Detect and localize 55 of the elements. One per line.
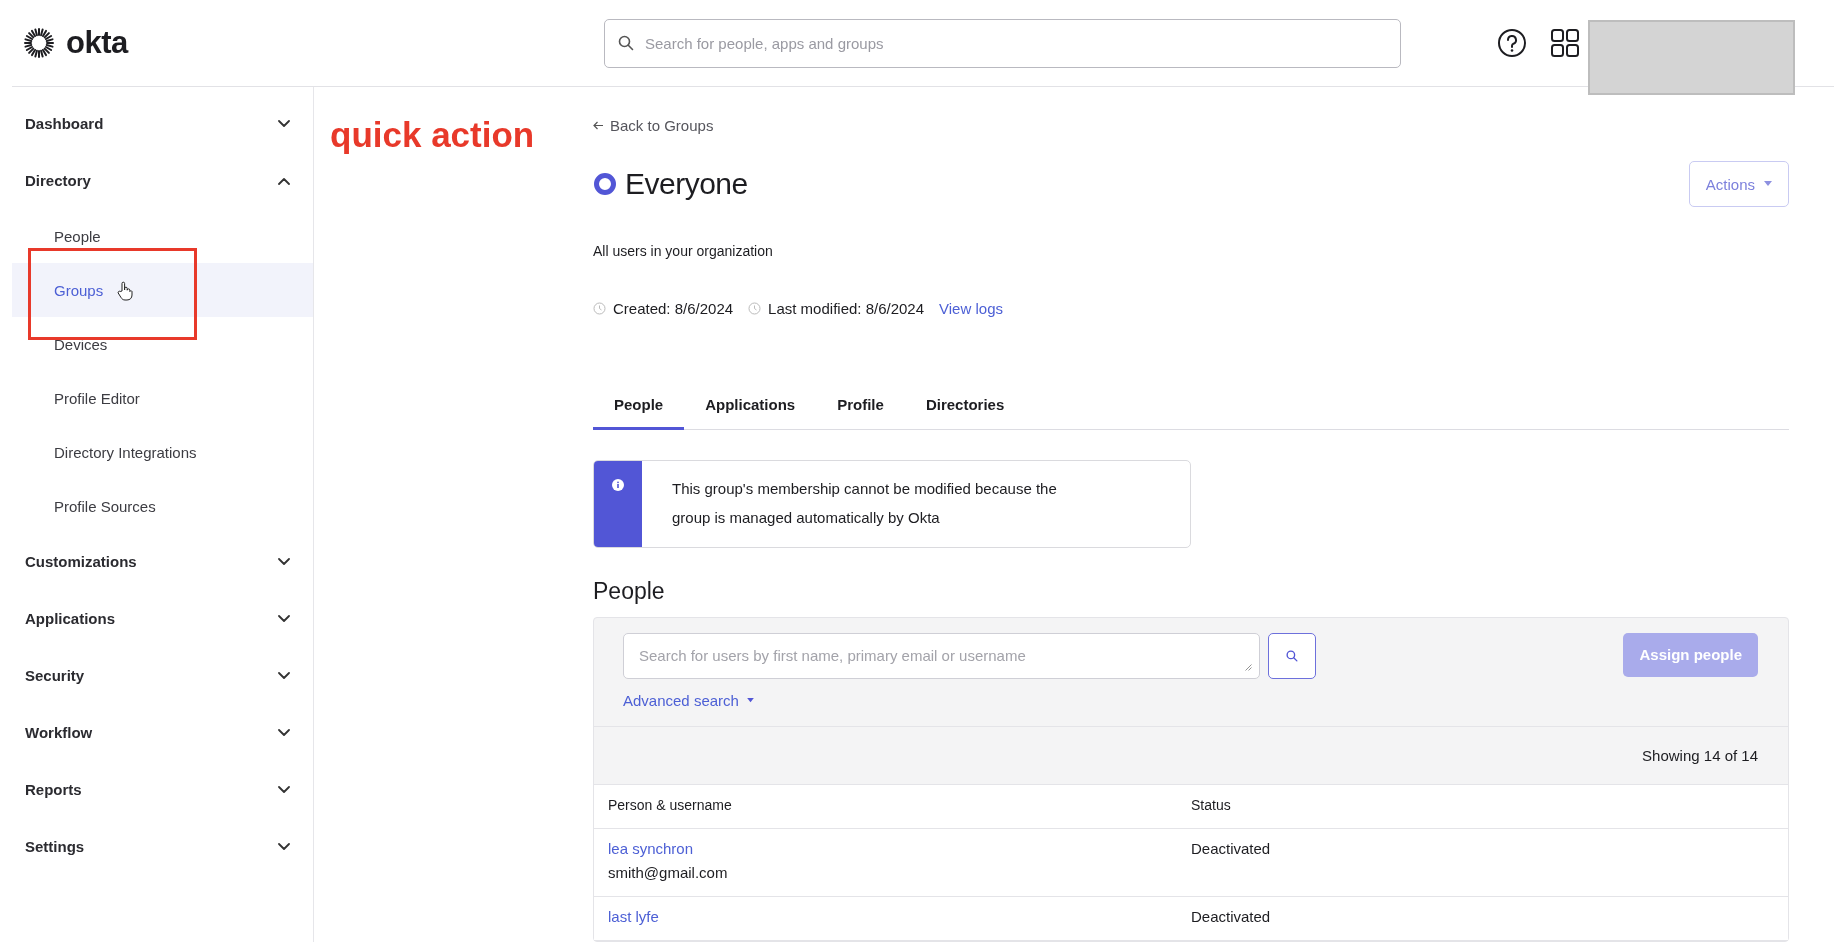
tab[interactable]: Profile (816, 381, 905, 430)
page-title: Everyone (625, 167, 749, 201)
column-header: Person & username (607, 795, 733, 815)
logo-text: okta (66, 25, 128, 61)
tab[interactable]: Directories (904, 381, 1026, 430)
sidebar-item[interactable]: Directory (12, 152, 313, 209)
resize-handle-icon (1245, 663, 1252, 671)
group-ring-icon (593, 172, 617, 196)
sidebar-subitem[interactable]: Devices (12, 317, 313, 371)
annotation-text: quick action (330, 115, 535, 155)
column-header: Status (1191, 795, 1232, 815)
group-description: All users in your organization (593, 243, 774, 259)
hand-cursor-icon (117, 281, 133, 301)
help-icon[interactable] (1497, 28, 1527, 58)
person-name-link[interactable]: last lyfe (608, 907, 1177, 925)
search-icon (618, 34, 634, 51)
username-text: smith@gmail.com (608, 863, 729, 881)
actions-button[interactable]: Actions (1688, 161, 1789, 207)
logo-icon (24, 28, 54, 58)
clock-icon (748, 302, 762, 315)
created-date: Created: 8/6/2024 (613, 300, 734, 317)
tab[interactable]: Applications (684, 381, 817, 430)
section-title: People (593, 577, 666, 606)
sidebar-item[interactable]: Settings (12, 818, 313, 875)
app-grid-icon[interactable] (1551, 29, 1579, 57)
notice-text: This group's membership cannot be modified because the group is managed automatically by Okta (671, 478, 1058, 528)
search-field[interactable]: Search for people, apps and groups (604, 18, 1401, 68)
sidebar-item[interactable]: Security (12, 647, 313, 704)
caret-icon (1764, 181, 1772, 187)
sidebar-subitem[interactable]: Groups (12, 263, 313, 317)
status-text: Deactivated (1191, 839, 1271, 857)
sidebar-item[interactable]: Workflow (12, 704, 313, 761)
sidebar-subitem[interactable]: Profile Sources (12, 479, 313, 533)
modified-date: Last modified: 8/6/2024 (768, 300, 925, 317)
result-count: Showing 14 of 14 (1642, 746, 1758, 764)
info-icon (612, 478, 624, 491)
search-icon (1286, 649, 1298, 662)
sidebar-subitem[interactable]: People (12, 209, 313, 263)
search-button[interactable] (1268, 632, 1316, 679)
sidebar-item[interactable]: Customizations (12, 533, 313, 590)
advanced-search-link[interactable]: Advanced search (623, 691, 754, 709)
person-name-link[interactable]: lea synchron (608, 839, 1177, 857)
sidebar-item[interactable]: Dashboard (12, 95, 313, 152)
caret-icon (746, 697, 754, 703)
sidebar-subitem[interactable]: Directory Integrations (12, 425, 313, 479)
people-search-field[interactable]: Search for users by first name, primary email or username (623, 632, 1260, 679)
sidebar-subitem[interactable]: Profile Editor (12, 371, 313, 425)
view-logs-link[interactable]: View logs (939, 300, 1003, 317)
sidebar-item[interactable]: Applications (12, 590, 313, 647)
tab[interactable]: People (593, 381, 685, 430)
back-link[interactable]: Back to Groups (593, 114, 1789, 136)
left-arrow-icon (593, 120, 604, 130)
status-text: Deactivated (1191, 907, 1271, 925)
sidebar-item[interactable]: Reports (12, 761, 313, 818)
clock-icon (593, 302, 606, 315)
